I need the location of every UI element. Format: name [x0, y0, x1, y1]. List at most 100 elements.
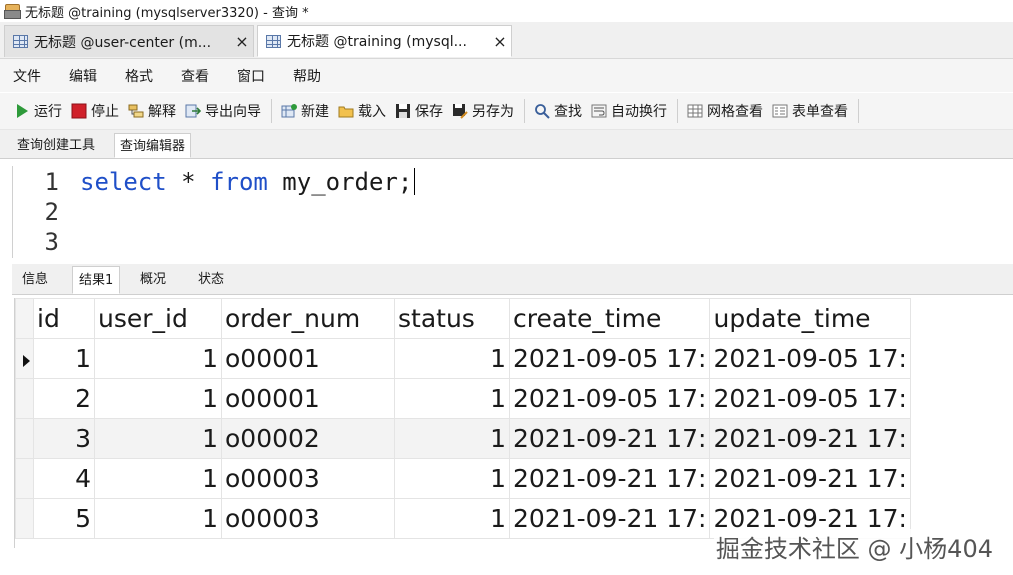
tab-profile[interactable]: 概况: [134, 266, 172, 294]
result-tabs: 信息 结果1 概况 状态: [12, 264, 1013, 295]
form-view-button[interactable]: 表单查看: [772, 101, 848, 121]
stop-icon: [71, 103, 87, 119]
load-button[interactable]: 载入: [338, 101, 386, 121]
menu-format[interactable]: 格式: [112, 66, 168, 86]
cell-user-id[interactable]: 1: [94, 338, 222, 379]
tab-query-builder[interactable]: 查询创建工具: [12, 133, 100, 158]
form-icon: [772, 104, 788, 118]
result-table: id user_id order_num status create_time …: [15, 298, 911, 539]
tab-result-1[interactable]: 结果1: [72, 266, 121, 294]
doc-tab-training[interactable]: 无标题 @training (mysql... ×: [257, 25, 512, 57]
cell-status[interactable]: 1: [394, 498, 510, 539]
explain-button[interactable]: 解释: [128, 101, 176, 121]
cell-order-num[interactable]: o00001: [221, 378, 395, 419]
watermark-text: 掘金技术社区 @ 小杨404: [713, 529, 995, 564]
row-indicator[interactable]: [15, 418, 34, 459]
find-button[interactable]: 查找: [534, 101, 582, 121]
column-header-update-time[interactable]: update_time: [709, 298, 911, 339]
cell-id[interactable]: 3: [33, 418, 95, 459]
cell-create-time[interactable]: 2021-09-05 17:: [508, 378, 711, 419]
grid-view-label: 网格查看: [707, 104, 763, 120]
menu-help[interactable]: 帮助: [280, 66, 336, 86]
menu-edit[interactable]: 编辑: [56, 66, 112, 86]
save-as-button[interactable]: 另存为: [452, 101, 514, 121]
export-icon: [185, 104, 201, 118]
save-icon: [396, 104, 410, 118]
cell-update-time[interactable]: 2021-09-05 17:: [709, 378, 911, 419]
text-cursor: [414, 168, 416, 195]
doc-tab-label: 无标题 @training (mysql...: [287, 34, 467, 50]
find-label: 查找: [554, 104, 582, 120]
sql-keyword: select: [80, 168, 167, 196]
cell-id[interactable]: 2: [33, 378, 95, 419]
new-button[interactable]: 新建: [281, 101, 329, 121]
cell-order-num[interactable]: o00001: [221, 338, 395, 379]
cell-update-time[interactable]: 2021-09-21 17:: [709, 418, 911, 459]
cell-order-num[interactable]: o00003: [221, 498, 395, 539]
line-number: 1: [44, 168, 59, 196]
menu-file[interactable]: 文件: [0, 66, 56, 86]
search-icon: [535, 104, 550, 119]
cell-order-num[interactable]: o00003: [221, 458, 395, 499]
table-row[interactable]: 1 1 o00001 1 2021-09-05 17: 2021-09-05 1…: [15, 338, 911, 379]
cell-user-id[interactable]: 1: [94, 458, 222, 499]
cell-id[interactable]: 4: [33, 458, 95, 499]
cell-status[interactable]: 1: [394, 338, 510, 379]
row-indicator[interactable]: [15, 378, 34, 419]
cell-id[interactable]: 5: [33, 498, 95, 539]
toolbar-divider: [271, 99, 272, 123]
word-wrap-icon: [591, 104, 607, 118]
column-header-create-time[interactable]: create_time: [508, 298, 711, 339]
tab-query-editor[interactable]: 查询编辑器: [114, 133, 192, 158]
row-indicator[interactable]: [15, 458, 34, 499]
table-row[interactable]: 2 1 o00001 1 2021-09-05 17: 2021-09-05 1…: [15, 378, 911, 419]
table-row[interactable]: 3 1 o00002 1 2021-09-21 17: 2021-09-21 1…: [15, 418, 911, 459]
sql-token: my_order;: [267, 168, 413, 196]
close-icon[interactable]: ×: [489, 32, 511, 51]
sql-editor[interactable]: 1 2 3 select * from my_order;: [12, 166, 1013, 258]
cell-status[interactable]: 1: [394, 458, 510, 499]
cell-status[interactable]: 1: [394, 378, 510, 419]
doc-tab-user-center[interactable]: 无标题 @user-center (m... ×: [4, 25, 254, 57]
row-indicator[interactable]: [15, 498, 34, 539]
column-header-id[interactable]: id: [33, 298, 95, 339]
row-indicator[interactable]: [15, 338, 34, 379]
tab-status[interactable]: 状态: [192, 266, 230, 294]
cell-create-time[interactable]: 2021-09-05 17:: [508, 338, 711, 379]
cell-order-num[interactable]: o00002: [221, 418, 395, 459]
save-button[interactable]: 保存: [395, 101, 443, 121]
cell-id[interactable]: 1: [33, 338, 95, 379]
cell-create-time[interactable]: 2021-09-21 17:: [508, 498, 711, 539]
document-tab-bar: 无标题 @user-center (m... × 无标题 @training (…: [0, 22, 1013, 59]
cell-user-id[interactable]: 1: [94, 498, 222, 539]
menu-bar: 文件 编辑 格式 查看 窗口 帮助: [0, 59, 1013, 92]
column-header-status[interactable]: status: [394, 298, 510, 339]
cell-create-time[interactable]: 2021-09-21 17:: [508, 418, 711, 459]
column-header-order-num[interactable]: order_num: [221, 298, 395, 339]
menu-window[interactable]: 窗口: [224, 66, 280, 86]
export-wizard-button[interactable]: 导出向导: [185, 101, 261, 121]
tab-message[interactable]: 信息: [16, 266, 54, 294]
cell-update-time[interactable]: 2021-09-05 17:: [709, 338, 911, 379]
cell-status[interactable]: 1: [394, 418, 510, 459]
cell-create-time[interactable]: 2021-09-21 17:: [508, 458, 711, 499]
column-header-user-id[interactable]: user_id: [94, 298, 222, 339]
cell-user-id[interactable]: 1: [94, 418, 222, 459]
cell-update-time[interactable]: 2021-09-21 17:: [709, 458, 911, 499]
grid-view-button[interactable]: 网格查看: [687, 101, 763, 121]
cell-user-id[interactable]: 1: [94, 378, 222, 419]
grid-icon: [687, 104, 703, 118]
save-as-label: 另存为: [472, 104, 514, 120]
sql-code-line[interactable]: select * from my_order;: [80, 168, 416, 196]
stop-button[interactable]: 停止: [71, 101, 119, 121]
close-icon[interactable]: ×: [231, 32, 253, 51]
explain-icon: [128, 104, 144, 118]
menu-view[interactable]: 查看: [168, 66, 224, 86]
row-indicator-header: [15, 298, 34, 339]
table-row[interactable]: 4 1 o00003 1 2021-09-21 17: 2021-09-21 1…: [15, 458, 911, 499]
word-wrap-button[interactable]: 自动换行: [591, 101, 667, 121]
result-grid[interactable]: id user_id order_num status create_time …: [14, 298, 1013, 548]
save-as-icon: [453, 104, 468, 119]
run-button[interactable]: 运行: [14, 101, 62, 121]
line-number: 2: [44, 198, 59, 226]
